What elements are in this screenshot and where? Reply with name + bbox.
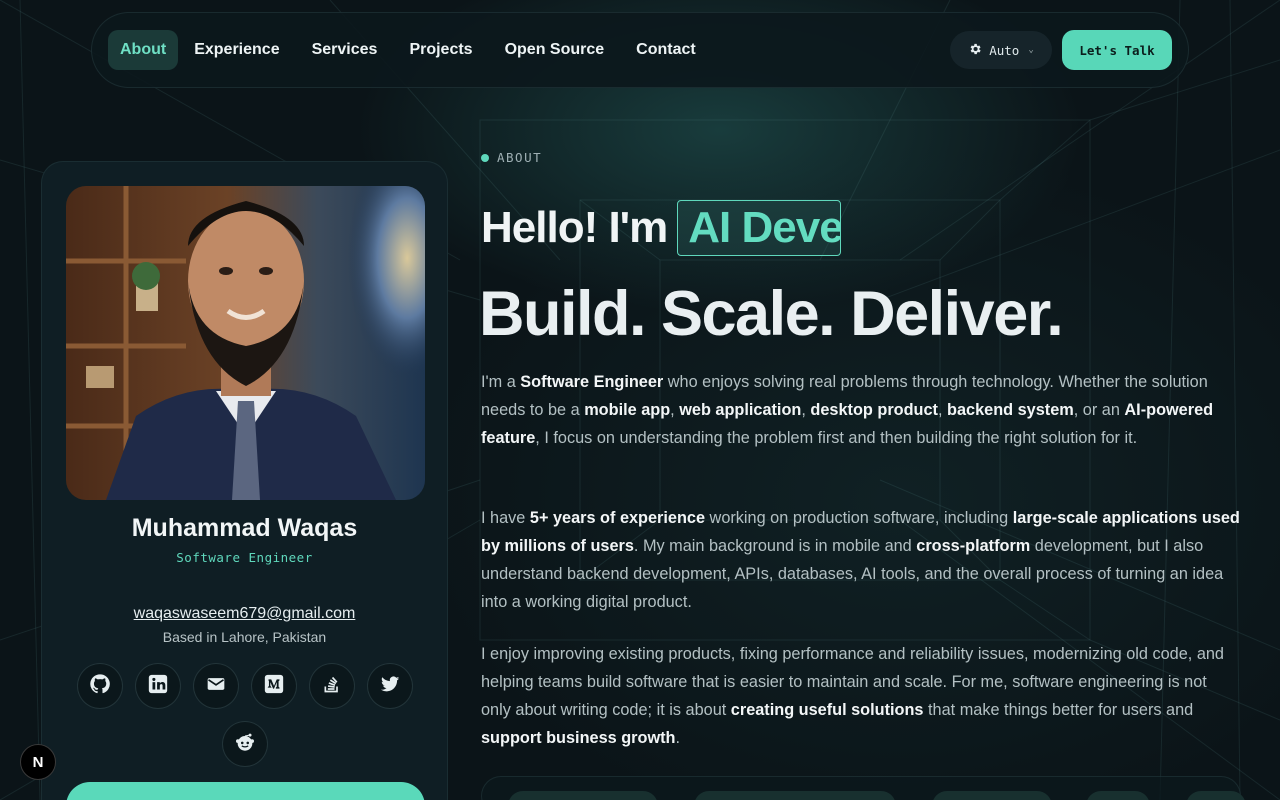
body-text: , or an xyxy=(1073,401,1125,419)
stat-chip xyxy=(694,791,896,800)
emphasis-text: creating useful solutions xyxy=(730,701,924,719)
github-icon xyxy=(89,673,111,700)
chevron-down-icon: ⌄ xyxy=(1028,45,1034,55)
reddit-icon xyxy=(234,731,256,758)
linkedin-link[interactable] xyxy=(135,663,181,709)
body-text: . My main background is in mobile and xyxy=(633,537,917,555)
location-text: Based in Lahore, Pakistan xyxy=(162,629,327,645)
emphasis-text: desktop product xyxy=(810,401,938,419)
stats-strip xyxy=(481,776,1246,800)
card-action-button[interactable] xyxy=(66,782,425,800)
emphasis-text: support business growth xyxy=(481,729,676,747)
profile-card: Muhammad Waqas Software Engineer waqaswa… xyxy=(41,161,448,800)
theme-label: Auto xyxy=(989,42,1020,58)
emphasis-text: backend system xyxy=(947,401,1074,419)
email-link[interactable]: waqaswaseem679@gmail.com xyxy=(42,605,447,623)
body-text: , xyxy=(937,401,948,419)
reddit-link[interactable] xyxy=(222,721,268,767)
nav-link-services[interactable]: Services xyxy=(296,30,394,70)
body-text: working on production software, includin… xyxy=(705,509,1013,527)
emphasis-text: mobile app xyxy=(584,401,671,419)
hero-greeting: Hello! I'm AI Deve xyxy=(481,200,842,256)
emphasis-text: Software Engineer xyxy=(520,373,664,391)
nav-link-contact[interactable]: Contact xyxy=(620,30,712,70)
hero-headline: Build. Scale. Deliver. xyxy=(479,279,1064,349)
stat-chip xyxy=(1186,791,1246,800)
body-text: I have xyxy=(481,509,530,527)
section-eyebrow: ABOUT xyxy=(481,150,1241,165)
about-paragraph-1: I'm a Software Engineer who enjoys solvi… xyxy=(481,368,1241,452)
body-text: I'm a xyxy=(481,373,521,391)
emphasis-text: 5+ years of experience xyxy=(529,509,706,527)
body-text: . xyxy=(675,729,681,747)
linkedin-icon xyxy=(147,673,169,700)
profile-photo xyxy=(66,186,425,500)
nav-link-open-source[interactable]: Open Source xyxy=(489,30,621,70)
twitter-link[interactable] xyxy=(367,663,413,709)
stackoverflow-link[interactable] xyxy=(309,663,355,709)
medium-link[interactable] xyxy=(251,663,297,709)
lets-talk-button[interactable]: Let's Talk xyxy=(1062,30,1172,70)
about-section: ABOUT Hello! I'm AI Deve Build. Scale. D… xyxy=(479,150,1241,747)
body-text: , xyxy=(670,401,680,419)
medium-icon xyxy=(263,673,285,700)
email-icon xyxy=(206,674,226,699)
gear-icon xyxy=(968,42,982,59)
body-text: that make things better for users and xyxy=(923,701,1194,719)
stat-chip xyxy=(508,791,658,800)
eyebrow-dot-icon xyxy=(481,153,489,162)
nav-actions: Auto ⌄ Let's Talk xyxy=(950,30,1172,70)
github-link[interactable] xyxy=(77,663,123,709)
emphasis-text: web application xyxy=(679,401,802,419)
email-social-link[interactable] xyxy=(193,663,239,709)
twitter-icon xyxy=(379,673,401,700)
greeting-text: Hello! I'm xyxy=(481,203,668,252)
eyebrow-label: ABOUT xyxy=(497,150,543,165)
theme-toggle-button[interactable]: Auto ⌄ xyxy=(950,31,1052,69)
nav-link-experience[interactable]: Experience xyxy=(178,30,295,70)
stackoverflow-icon xyxy=(322,674,342,699)
nav-link-about[interactable]: About xyxy=(108,30,179,70)
typing-role-text: AI Deve xyxy=(677,200,842,256)
body-text: , I focus on understanding the problem f… xyxy=(535,429,1138,447)
about-paragraph-3: I enjoy improving existing products, fix… xyxy=(481,640,1241,752)
stat-chip xyxy=(1086,791,1150,800)
nextjs-badge-icon[interactable]: N xyxy=(20,744,56,780)
profile-name: Muhammad Waqas xyxy=(131,514,358,542)
top-nav: About Experience Services Projects Open … xyxy=(91,12,1189,88)
about-paragraph-2: I have 5+ years of experience working on… xyxy=(481,504,1241,616)
profile-role: Software Engineer xyxy=(176,550,313,565)
stat-chip xyxy=(932,791,1052,800)
nav-links: About Experience Services Projects Open … xyxy=(108,30,712,70)
nav-link-projects[interactable]: Projects xyxy=(393,30,488,70)
emphasis-text: cross-platform xyxy=(916,537,1031,555)
